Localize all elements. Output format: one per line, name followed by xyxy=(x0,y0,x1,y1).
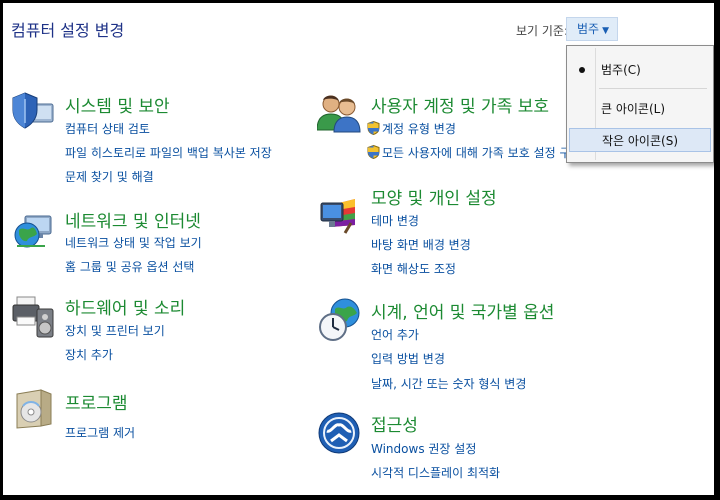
link-add-device[interactable]: 장치 추가 xyxy=(65,346,113,363)
category-hardware-sound[interactable]: 하드웨어 및 소리 xyxy=(65,294,185,319)
chevron-down-icon: ▼ xyxy=(602,26,610,36)
menu-item-small-icons-label: 작은 아이콘(S) xyxy=(602,134,678,148)
menu-item-small-icons[interactable]: 작은 아이콘(S) xyxy=(569,128,711,152)
control-panel-window: 컴퓨터 설정 변경 보기 기준: 범주 ▼ 시스템 및 보안 컴퓨터 상태 검토 … xyxy=(3,3,714,495)
category-appearance[interactable]: 모양 및 개인 설정 xyxy=(371,184,497,209)
link-change-date-format[interactable]: 날짜, 시간 또는 숫자 형식 변경 xyxy=(371,375,526,392)
link-change-theme[interactable]: 테마 변경 xyxy=(371,212,419,229)
category-system-security[interactable]: 시스템 및 보안 xyxy=(65,92,170,117)
view-by-value: 범주 xyxy=(577,22,600,36)
link-uninstall-program[interactable]: 프로그램 제거 xyxy=(65,424,135,441)
link-add-language[interactable]: 언어 추가 xyxy=(371,326,419,343)
view-by-menu: 범주(C) 큰 아이콘(L) 작은 아이콘(S) xyxy=(566,45,714,163)
menu-item-large-icons[interactable]: 큰 아이콘(L) xyxy=(569,97,711,121)
link-change-account-type-label: 계정 유형 변경 xyxy=(382,122,456,136)
page-title: 컴퓨터 설정 변경 xyxy=(11,21,125,40)
link-devices-printers[interactable]: 장치 및 프린터 보기 xyxy=(65,322,165,339)
category-user-accounts[interactable]: 사용자 계정 및 가족 보호 xyxy=(371,92,549,117)
menu-separator xyxy=(599,88,707,89)
monitor-palette-icon[interactable] xyxy=(317,193,361,237)
category-clock-region[interactable]: 시계, 언어 및 국가별 옵션 xyxy=(371,298,554,323)
menu-item-category[interactable]: 범주(C) xyxy=(569,58,711,82)
view-by-dropdown[interactable]: 범주 ▼ xyxy=(566,17,618,41)
menu-item-large-icons-label: 큰 아이콘(L) xyxy=(601,102,666,116)
link-optimize-display[interactable]: 시각적 디스플레이 최적화 xyxy=(371,464,500,481)
shield-computer-icon[interactable] xyxy=(11,90,55,134)
link-homegroup[interactable]: 홈 그룹 및 공유 옵션 선택 xyxy=(65,258,194,275)
uac-shield-icon xyxy=(367,121,380,135)
category-ease-of-access[interactable]: 접근성 xyxy=(371,411,418,436)
category-programs[interactable]: 프로그램 xyxy=(65,389,128,414)
network-globe-icon[interactable] xyxy=(11,208,55,252)
link-review-status[interactable]: 컴퓨터 상태 검토 xyxy=(65,120,150,137)
category-network-internet[interactable]: 네트워크 및 인터넷 xyxy=(65,207,201,232)
link-adjust-resolution[interactable]: 화면 해상도 조정 xyxy=(371,260,456,277)
link-troubleshoot[interactable]: 문제 찾기 및 해결 xyxy=(65,168,154,185)
link-network-status[interactable]: 네트워크 상태 및 작업 보기 xyxy=(65,234,202,251)
uac-shield-icon xyxy=(367,145,380,159)
link-change-input-method[interactable]: 입력 방법 변경 xyxy=(371,350,445,367)
link-family-safety-label: 모든 사용자에 대해 가족 보호 설정 구성 xyxy=(382,146,582,160)
program-box-icon[interactable] xyxy=(11,386,55,430)
link-recommended-settings[interactable]: Windows 권장 설정 xyxy=(371,440,476,457)
ease-of-access-icon[interactable] xyxy=(317,411,361,455)
link-family-safety[interactable]: 모든 사용자에 대해 가족 보호 설정 구성 xyxy=(367,144,582,161)
users-icon[interactable] xyxy=(317,90,361,134)
link-change-account-type[interactable]: 계정 유형 변경 xyxy=(367,120,456,137)
link-change-background[interactable]: 바탕 화면 배경 변경 xyxy=(371,236,471,253)
printer-speaker-icon[interactable] xyxy=(11,295,55,339)
view-by-label: 보기 기준: xyxy=(516,24,569,38)
menu-item-category-label: 범주(C) xyxy=(601,63,641,77)
link-file-history[interactable]: 파일 히스토리로 파일의 백업 복사본 저장 xyxy=(65,144,272,161)
clock-globe-icon[interactable] xyxy=(317,297,361,341)
radio-bullet-icon xyxy=(579,67,585,73)
